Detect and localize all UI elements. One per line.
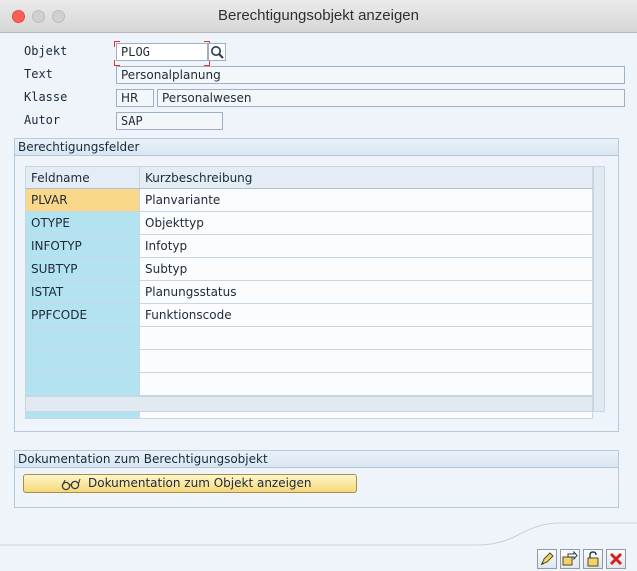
fields-group-title: Berechtigungsfelder [15, 139, 618, 156]
field-name-cell[interactable]: SUBTYP [25, 257, 140, 281]
field-desc-cell[interactable]: Planvariante [139, 188, 593, 212]
field-name-cell[interactable] [25, 326, 140, 350]
text-field: Personalplanung [116, 66, 625, 84]
table-row[interactable] [25, 372, 593, 396]
column-header-feldname[interactable]: Feldname [25, 166, 140, 189]
glasses-icon [60, 476, 82, 497]
footer-toolbar [0, 545, 637, 571]
field-desc-cell[interactable] [139, 349, 593, 373]
klasse-label: Klasse [24, 90, 68, 104]
column-header-kurzbeschreibung[interactable]: Kurzbeschreibung [139, 166, 593, 189]
table-header-row: Feldname Kurzbeschreibung [25, 166, 593, 189]
field-desc-cell[interactable]: Funktionscode [139, 303, 593, 327]
autor-label: Autor [24, 113, 61, 127]
field-name-cell[interactable] [25, 372, 140, 396]
cancel-button[interactable] [606, 549, 626, 569]
field-name-cell[interactable]: INFOTYP [25, 234, 140, 258]
field-desc-cell[interactable]: Planungsstatus [139, 280, 593, 304]
unlock-button[interactable] [583, 549, 603, 569]
table-row[interactable] [25, 349, 593, 373]
table-row[interactable]: SUBTYP Subtyp [25, 257, 593, 281]
doc-group-title: Dokumentation zum Berechtigungsobjekt [15, 451, 618, 468]
field-name-cell[interactable] [25, 349, 140, 373]
field-desc-cell[interactable] [139, 372, 593, 396]
focus-marker [114, 41, 120, 47]
field-desc-cell[interactable]: Infotyp [139, 234, 593, 258]
field-desc-cell[interactable]: Objekttyp [139, 211, 593, 235]
show-documentation-button[interactable]: Dokumentation zum Objekt anzeigen [23, 474, 357, 493]
field-desc-cell[interactable]: Subtyp [139, 257, 593, 281]
klasse-name-field: Personalwesen [157, 89, 625, 107]
transfer-icon [562, 551, 578, 566]
show-documentation-label: Dokumentation zum Objekt anzeigen [88, 476, 312, 490]
search-help-button[interactable] [208, 43, 226, 61]
field-name-cell[interactable]: PLVAR [25, 188, 140, 212]
table-row[interactable]: OTYPE Objekttyp [25, 211, 593, 235]
text-label: Text [24, 67, 53, 81]
table-row[interactable]: INFOTYP Infotyp [25, 234, 593, 258]
field-desc-cell[interactable] [139, 326, 593, 350]
window-titlebar: Berechtigungsobjekt anzeigen [0, 0, 637, 33]
autor-field: SAP [116, 112, 223, 130]
table-row[interactable] [25, 326, 593, 350]
unlock-icon [587, 551, 599, 567]
objekt-field[interactable]: PLOG [116, 43, 208, 61]
edit-button[interactable] [537, 549, 557, 569]
table-vertical-scrollbar[interactable] [593, 166, 605, 412]
window-title: Berechtigungsobjekt anzeigen [218, 7, 419, 24]
field-name-cell[interactable]: OTYPE [25, 211, 140, 235]
table-row[interactable]: ISTAT Planungsstatus [25, 280, 593, 304]
field-name-cell[interactable]: PPFCODE [25, 303, 140, 327]
field-name-cell[interactable]: ISTAT [25, 280, 140, 304]
table-row[interactable]: PLVAR Planvariante [25, 188, 593, 212]
footer-separator [0, 522, 637, 546]
cancel-icon [609, 552, 623, 566]
transfer-button[interactable] [560, 549, 580, 569]
search-icon [211, 46, 224, 59]
edit-icon [541, 552, 554, 565]
klasse-code-field: HR [116, 89, 154, 107]
table-horizontal-scrollbar[interactable] [25, 396, 593, 412]
table-row[interactable]: PPFCODE Funktionscode [25, 303, 593, 327]
objekt-label: Objekt [24, 44, 68, 58]
fields-table: Feldname Kurzbeschreibung PLVAR Planvari… [25, 166, 593, 419]
